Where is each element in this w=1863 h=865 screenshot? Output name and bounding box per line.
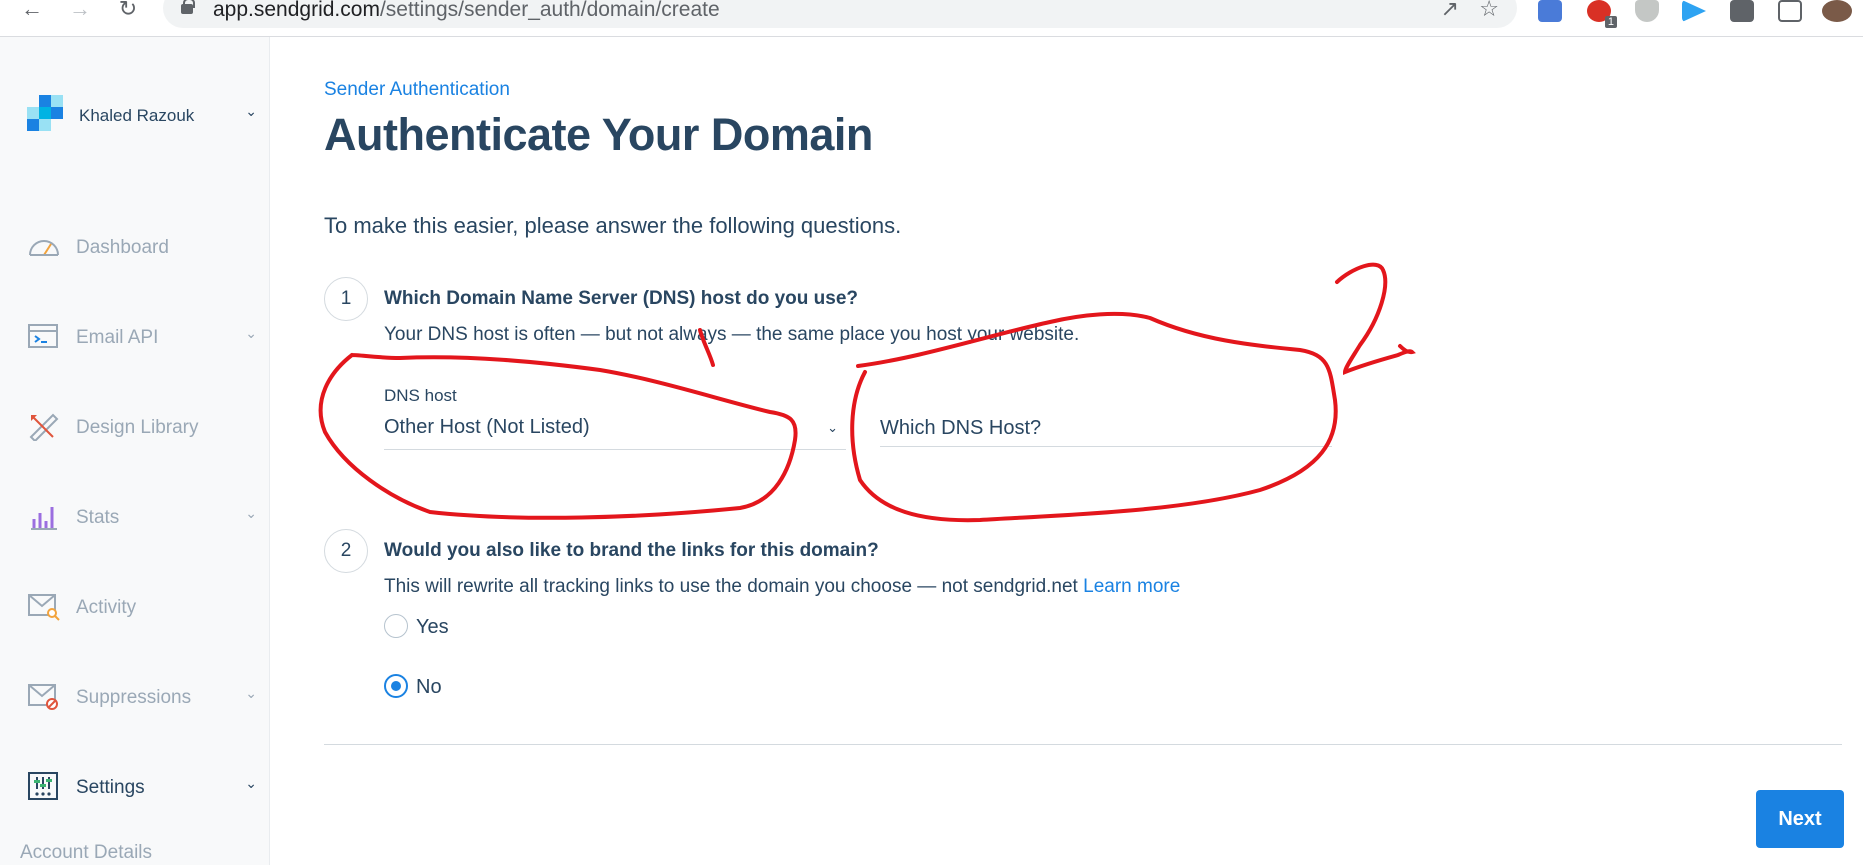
sidebar-item-design-library[interactable]: Design Library: [27, 407, 257, 447]
sidebar-item-label: Stats: [76, 507, 120, 528]
sidebar: Khaled Razouk ⌄ Dashboard Email API ⌄ De…: [0, 37, 270, 865]
gauge-icon: [29, 240, 59, 256]
other-dns-host-field: [880, 413, 1332, 447]
question-2-title: Would you also like to brand the links f…: [384, 540, 879, 561]
share-icon[interactable]: ↗: [1441, 0, 1459, 22]
question-2-description: This will rewrite all tracking links to …: [384, 576, 1180, 598]
address-bar[interactable]: app.sendgrid.com/settings/sender_auth/do…: [163, 0, 1517, 28]
dns-host-value: Other Host (Not Listed): [384, 416, 590, 438]
pencil-ruler-icon: [29, 413, 59, 441]
other-dns-host-input[interactable]: [880, 413, 1332, 443]
chevron-down-icon: ⌄: [245, 103, 257, 119]
envelope-search-icon: [28, 594, 60, 621]
sidepanel-icon[interactable]: [1778, 0, 1802, 22]
account-name: Khaled Razouk: [79, 106, 195, 125]
learn-more-link[interactable]: Learn more: [1083, 576, 1180, 597]
radio-yes[interactable]: Yes: [384, 612, 584, 642]
extension-badge-icon[interactable]: 1: [1587, 0, 1617, 28]
sidebar-item-stats[interactable]: Stats ⌄: [27, 497, 257, 537]
dns-host-label: DNS host: [384, 386, 457, 405]
next-button[interactable]: Next: [1756, 790, 1844, 848]
chevron-down-icon: ⌄: [245, 505, 257, 521]
chevron-down-icon: ⌄: [245, 775, 257, 791]
sidebar-item-label: Design Library: [76, 417, 199, 438]
puzzle-extensions-icon[interactable]: [1730, 0, 1754, 22]
sidebar-item-suppressions[interactable]: Suppressions ⌄: [27, 677, 257, 717]
bookmark-star-icon[interactable]: ☆: [1479, 0, 1499, 22]
sidebar-subitem-account-details[interactable]: Account Details: [20, 842, 152, 864]
page-title: Authenticate Your Domain: [324, 109, 873, 160]
translate-extension-icon[interactable]: [1538, 0, 1562, 22]
radio-no-label: No: [416, 676, 442, 698]
sendgrid-logo-icon: [27, 95, 63, 131]
sidebar-item-settings[interactable]: Settings ⌄: [27, 767, 257, 807]
chevron-down-icon: ⌄: [827, 420, 838, 435]
radio-yes-label: Yes: [416, 616, 449, 638]
sidebar-item-label: Email API: [76, 327, 159, 348]
sidebar-item-label: Dashboard: [76, 237, 169, 258]
sliders-icon: [28, 772, 58, 800]
sidebar-item-email-api[interactable]: Email API ⌄: [27, 317, 257, 357]
question-1-title: Which Domain Name Server (DNS) host do y…: [384, 288, 859, 309]
forward-icon[interactable]: →: [68, 0, 92, 20]
sidebar-item-activity[interactable]: Activity: [27, 587, 257, 627]
sidebar-item-dashboard[interactable]: Dashboard: [27, 227, 257, 267]
url-path: /settings/sender_auth/domain/create: [379, 0, 720, 21]
main-content: Sender Authentication Authenticate Your …: [270, 37, 1863, 865]
intro-text: To make this easier, please answer the f…: [324, 213, 902, 238]
browser-toolbar: ← → ↻ app.sendgrid.com/settings/sender_a…: [0, 0, 1863, 37]
profile-avatar[interactable]: [1822, 0, 1852, 22]
lock-icon: [181, 0, 195, 14]
question-number-2: 2: [324, 529, 368, 573]
account-switcher[interactable]: Khaled Razouk ⌄: [27, 95, 257, 135]
bar-chart-icon: [31, 507, 57, 530]
play-extension-icon[interactable]: [1682, 0, 1706, 22]
breadcrumb[interactable]: Sender Authentication: [324, 79, 510, 101]
sidebar-item-label: Suppressions: [76, 687, 192, 708]
envelope-block-icon: [28, 684, 58, 710]
shield-extension-icon[interactable]: [1635, 0, 1659, 22]
chevron-down-icon: ⌄: [245, 685, 257, 701]
question-1-description: Your DNS host is often — but not always …: [384, 324, 1080, 345]
reload-icon[interactable]: ↻: [116, 0, 140, 20]
back-icon[interactable]: ←: [20, 0, 44, 20]
question-2-description-text: This will rewrite all tracking links to …: [384, 576, 1078, 597]
address-url[interactable]: app.sendgrid.com/settings/sender_auth/do…: [213, 0, 720, 22]
radio-no[interactable]: No: [384, 672, 584, 702]
divider: [324, 744, 1842, 745]
dns-host-select[interactable]: DNS host Other Host (Not Listed) ⌄: [384, 386, 846, 450]
extension-badge-count: 1: [1604, 16, 1617, 28]
question-number-1: 1: [324, 277, 368, 321]
terminal-icon: [28, 324, 58, 348]
sidebar-item-label: Settings: [76, 777, 145, 798]
radio-circle[interactable]: [384, 614, 408, 638]
chevron-down-icon: ⌄: [245, 325, 257, 341]
sidebar-item-label: Activity: [76, 597, 137, 618]
radio-circle[interactable]: [384, 674, 408, 698]
url-host: app.sendgrid.com: [213, 0, 380, 21]
